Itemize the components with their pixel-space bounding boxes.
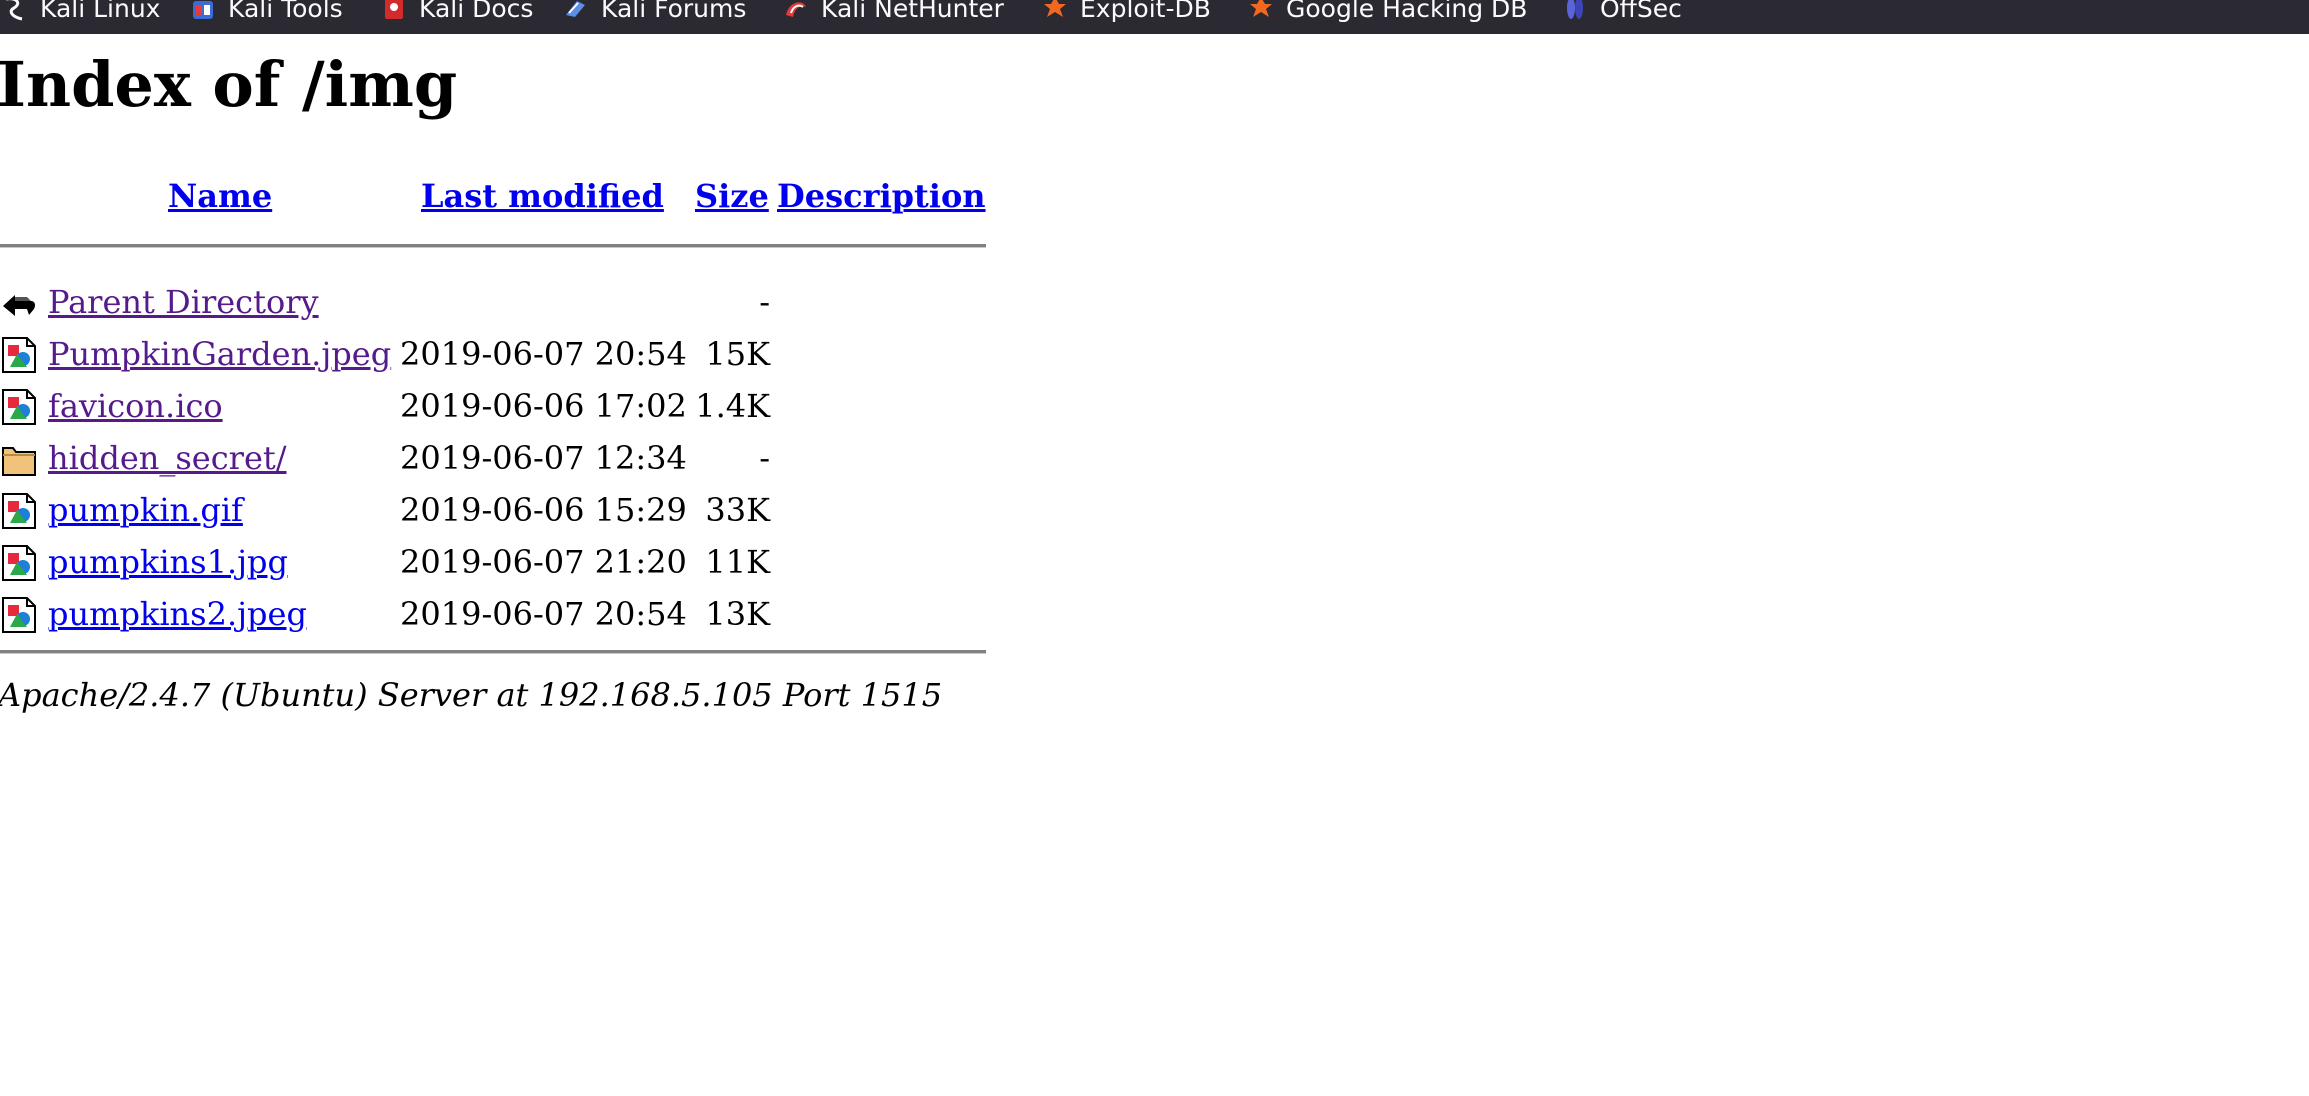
offsec-icon [1562, 0, 1588, 21]
bookmark-label: Kali Forums [601, 0, 747, 23]
size-cell: - [759, 439, 770, 477]
file-link[interactable]: pumpkins1.jpg [48, 546, 288, 578]
bookmark-label: Kali Docs [419, 0, 534, 23]
bookmark-kali-tools[interactable]: Kali Tools [190, 0, 343, 25]
bookmark-kali-linux[interactable]: Kali Linux [2, 0, 160, 25]
kali-forums-icon [563, 0, 589, 21]
sort-by-size-link[interactable]: Size [695, 180, 769, 212]
file-link[interactable]: pumpkin.gif [48, 494, 243, 526]
table-row: hidden_secret/ 2019-06-07 12:34 - [0, 433, 986, 485]
image-file-icon[interactable] [1, 336, 37, 374]
last-modified-cell: 2019-06-07 20:54 [400, 335, 687, 373]
size-cell: 13K [705, 595, 770, 633]
bookmarks-toolbar: Kali Linux Kali Tools Kali Docs Kali For… [0, 0, 2309, 35]
server-signature: Apache/2.4.7 (Ubuntu) Server at 192.168.… [0, 676, 943, 714]
bookmark-label: OffSec [1600, 0, 1682, 23]
bookmark-google-hacking-db[interactable]: Google Hacking DB [1248, 0, 1527, 25]
size-cell: 15K [705, 335, 770, 373]
kali-nethunter-icon [783, 0, 809, 21]
folder-icon[interactable] [1, 440, 37, 478]
bookmark-kali-nethunter[interactable]: Kali NetHunter [783, 0, 1004, 25]
bookmark-kali-docs[interactable]: Kali Docs [381, 0, 533, 25]
bookmark-label: Kali NetHunter [821, 0, 1004, 23]
table-row: pumpkins2.jpeg 2019-06-07 20:54 13K [0, 589, 986, 641]
table-row: Parent Directory - [0, 277, 986, 329]
size-cell: - [759, 283, 770, 321]
table-row: pumpkins1.jpg 2019-06-07 21:20 11K [0, 537, 986, 589]
header-divider [0, 244, 986, 248]
image-file-icon[interactable] [1, 596, 37, 634]
size-cell: 11K [705, 543, 770, 581]
table-row: favicon.ico 2019-06-06 17:02 1.4K [0, 381, 986, 433]
kali-tools-icon [190, 0, 216, 21]
file-link[interactable]: favicon.ico [48, 390, 223, 422]
bookmark-label: Exploit-DB [1080, 0, 1211, 23]
ghdb-icon [1248, 0, 1274, 21]
folder-link[interactable]: hidden_secret/ [48, 442, 287, 474]
image-file-icon[interactable] [1, 388, 37, 426]
table-row: pumpkin.gif 2019-06-06 15:29 33K [0, 485, 986, 537]
last-modified-cell: 2019-06-06 15:29 [400, 491, 687, 529]
bookmark-label: Kali Linux [40, 0, 161, 23]
kali-docs-icon [381, 0, 407, 21]
image-file-icon[interactable] [1, 492, 37, 530]
bookmark-exploit-db[interactable]: Exploit-DB [1042, 0, 1211, 25]
image-file-icon[interactable] [1, 544, 37, 582]
size-cell: 1.4K [695, 387, 770, 425]
bookmark-offsec[interactable]: OffSec [1562, 0, 1682, 25]
table-row: PumpkinGarden.jpeg 2019-06-07 20:54 15K [0, 329, 986, 381]
last-modified-cell: 2019-06-06 17:02 [400, 387, 687, 425]
file-link[interactable]: pumpkins2.jpeg [48, 598, 307, 630]
bookmark-label: Kali Tools [228, 0, 343, 23]
kali-dragon-icon [2, 0, 28, 21]
back-arrow-icon[interactable] [1, 284, 37, 322]
bookmark-kali-forums[interactable]: Kali Forums [563, 0, 746, 25]
page-title: Index of /img [0, 48, 458, 121]
directory-listing-page: Index of /img Name Last modified Size De… [0, 34, 2309, 1096]
file-link[interactable]: PumpkinGarden.jpeg [48, 338, 391, 370]
sort-by-name-link[interactable]: Name [168, 180, 272, 212]
last-modified-cell: 2019-06-07 21:20 [400, 543, 687, 581]
sort-by-last-modified-link[interactable]: Last modified [421, 180, 664, 212]
last-modified-cell: 2019-06-07 12:34 [400, 439, 687, 477]
sort-by-description-link[interactable]: Description [777, 180, 986, 212]
footer-divider [0, 650, 986, 654]
exploit-db-icon [1042, 0, 1068, 21]
size-cell: 33K [705, 491, 770, 529]
last-modified-cell: 2019-06-07 20:54 [400, 595, 687, 633]
parent-directory-link[interactable]: Parent Directory [48, 286, 319, 318]
bookmark-label: Google Hacking DB [1286, 0, 1528, 23]
